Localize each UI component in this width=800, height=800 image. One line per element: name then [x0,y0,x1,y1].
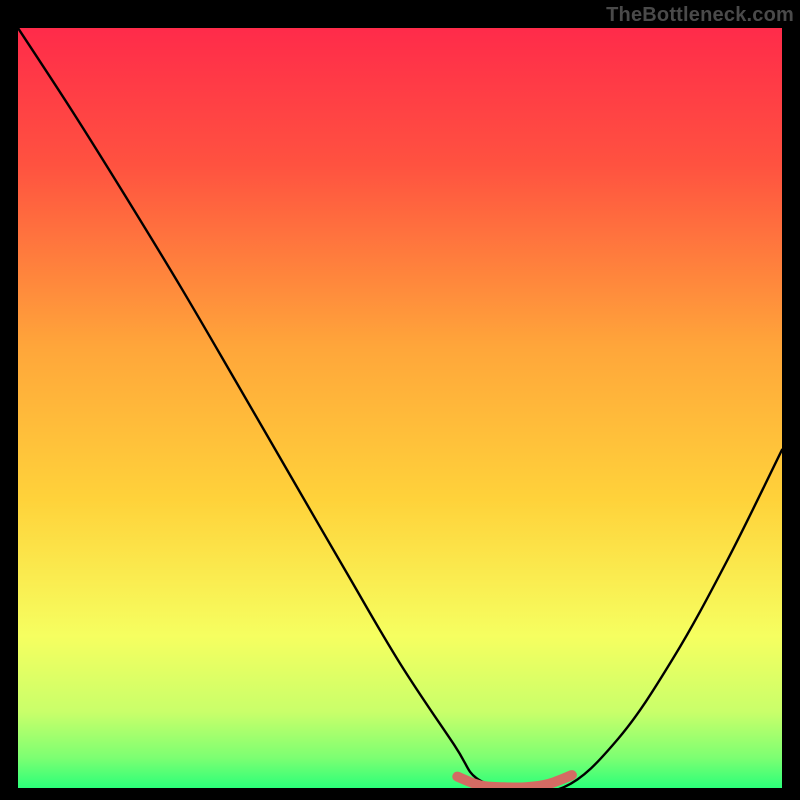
plot-area [18,28,782,788]
chart-svg [18,28,782,788]
watermark-text: TheBottleneck.com [606,4,794,27]
gradient-background [18,28,782,788]
chart-frame: TheBottleneck.com [0,0,800,800]
